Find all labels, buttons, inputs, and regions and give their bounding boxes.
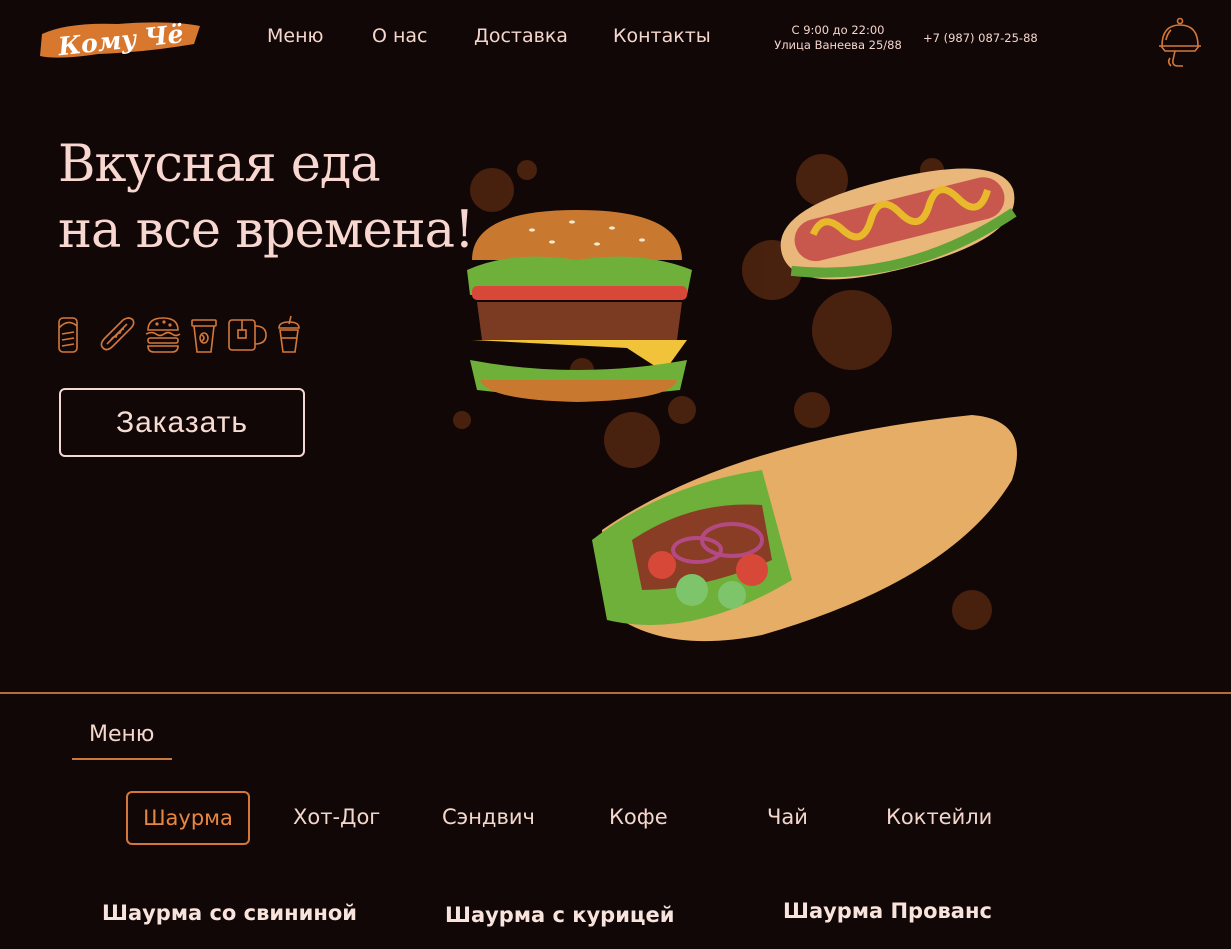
logo-text: Кому Чё [56,19,185,60]
phone-number[interactable]: +7 (987) 087-25-88 [923,31,1038,45]
shawarma-icon [56,314,90,356]
menu-item-title: Шаурма Прованс [783,899,992,923]
hero-title-line1: Вкусная еда [58,135,381,194]
cloche-icon[interactable] [1157,16,1203,70]
nav-about[interactable]: О нас [372,25,428,47]
address: Улица Ванеева 25/88 [774,38,902,52]
section-divider [0,692,1231,694]
tab-sandwich[interactable]: Сэндвич [442,805,535,829]
logo[interactable]: Кому Чё [38,16,202,60]
menu-heading-underline [72,758,172,760]
menu-heading: Меню [89,722,155,747]
food-illustration [432,110,1072,670]
working-hours: С 9:00 до 22:00 [791,23,885,37]
coffee-cup-icon [189,314,219,356]
tab-shawarma[interactable]: Шаурма [126,791,250,845]
cocktail-icon [275,314,303,356]
working-info: С 9:00 до 22:00 Улица Ванеева 25/88 [770,23,906,53]
tab-cocktails[interactable]: Коктейли [886,805,992,829]
burger-icon [144,314,182,356]
nav-delivery[interactable]: Доставка [474,25,568,47]
menu-item-title: Шаурма с курицей [445,903,675,927]
order-button[interactable]: Заказать [59,388,305,457]
hero-title-line2: на все времена! [58,201,475,260]
nav-contacts[interactable]: Контакты [613,25,711,47]
tea-mug-icon [226,314,268,356]
burger-illustration [467,210,692,402]
food-icons-row [56,314,303,356]
tab-hotdog[interactable]: Хот-Дог [293,805,380,829]
hotdog-icon [97,314,137,356]
tab-tea[interactable]: Чай [767,805,808,829]
menu-item-title: Шаурма со свининой [102,901,357,925]
hero-title: Вкусная еда на все времена! [58,132,475,264]
nav-menu[interactable]: Меню [267,25,324,47]
tab-coffee[interactable]: Кофе [609,805,668,829]
